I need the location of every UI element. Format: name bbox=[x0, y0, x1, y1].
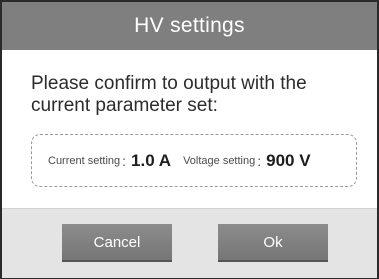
ok-button[interactable]: Ok bbox=[218, 224, 328, 262]
voltage-setting-value: 900 V bbox=[266, 150, 311, 170]
voltage-setting-label: Voltage setting bbox=[183, 154, 256, 167]
dialog-title-bar: HV settings bbox=[2, 2, 377, 50]
current-setting-label: Current setting bbox=[48, 154, 121, 167]
parameter-summary-box: Current setting : 1.0 A Voltage setting … bbox=[31, 134, 357, 187]
current-setting-value: 1.0 A bbox=[131, 150, 172, 170]
current-setting-separator: : bbox=[122, 152, 127, 169]
dialog-footer: Cancel Ok bbox=[2, 208, 377, 278]
cancel-button[interactable]: Cancel bbox=[62, 224, 172, 262]
confirm-message: Please confirm to output with the curren… bbox=[31, 73, 307, 116]
voltage-setting-separator: : bbox=[257, 152, 262, 169]
dialog-title: HV settings bbox=[134, 14, 245, 37]
hv-settings-dialog: HV settings Please confirm to output wit… bbox=[0, 0, 379, 279]
